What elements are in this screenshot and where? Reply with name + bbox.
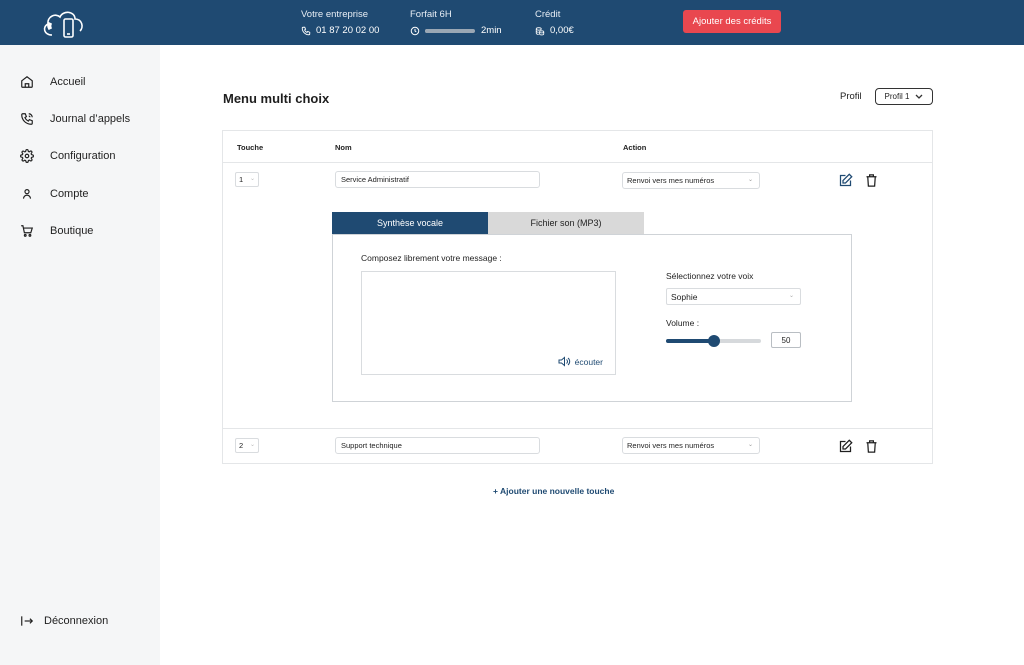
sidebar-item-label: Configuration [50,150,116,162]
company-phone: 01 87 20 02 00 [316,25,380,36]
profile-label: Profil [840,91,862,102]
action-value: Renvoi vers mes numéros [627,176,715,185]
user-icon [22,189,32,199]
coins-icon [535,26,545,35]
column-header-touche: Touche [237,143,264,152]
sidebar-item-compte[interactable]: Compte [20,187,89,201]
volume-slider-thumb[interactable] [707,335,720,347]
trash-icon[interactable] [864,439,879,454]
divider [223,162,932,163]
profile-select[interactable]: Profil 1 [875,88,933,105]
key-name-value: Service Administratif [341,175,409,184]
phone-log-icon [21,113,33,125]
company-label: Votre entreprise [301,9,369,20]
sidebar-item-label: Journal d’appels [50,113,131,125]
key-value: 2 [239,441,244,450]
credit-label: Crédit [535,9,561,20]
credit-block: Crédit 0,00€ [535,9,574,36]
sidebar-item-accueil[interactable]: Accueil [20,75,85,89]
speaker-icon [558,356,570,367]
chevron-down-icon: ⌄ [747,442,753,448]
tab-fichier-son[interactable]: Fichier son (MP3) [488,212,644,234]
home-icon [21,76,33,88]
cart-icon [21,225,34,237]
tts-panel: Composez librement votre message : écout… [332,234,852,402]
key-table: Touche Nom Action 1 ⌄ Service Administra… [222,130,933,464]
chevron-down-icon [915,94,923,99]
key-name-input[interactable]: Service Administratif [335,171,540,188]
volume-slider-fill [666,339,714,343]
key-name-value: Support technique [341,441,402,450]
edit-icon[interactable] [838,173,853,188]
listen-button[interactable]: écouter [558,356,603,367]
action-select[interactable]: Renvoi vers mes numéros ⌄ [622,172,760,189]
sidebar-item-boutique[interactable]: Boutique [20,224,93,238]
add-key-button[interactable]: + Ajouter une nouvelle touche [493,486,614,496]
clock-icon [410,26,420,35]
sidebar-item-label: Compte [50,188,89,200]
gear-icon [20,149,34,163]
plan-label: Forfait 6H [410,9,452,20]
top-bar: Votre entreprise 01 87 20 02 00 Forfait … [0,0,1024,45]
key-name-input[interactable]: Support technique [335,437,540,454]
volume-label: Volume : [666,318,700,328]
chevron-down-icon: ⌄ [249,176,255,182]
column-header-nom: Nom [335,143,352,152]
voice-value: Sophie [671,292,698,302]
phone-icon [301,26,311,35]
plan-block: Forfait 6H 2min [410,9,502,36]
column-header-action: Action [623,143,647,152]
tab-synthese-vocale[interactable]: Synthèse vocale [332,212,488,234]
plan-progress-bar [425,28,475,33]
key-select[interactable]: 2 ⌄ [235,438,259,453]
sidebar-item-label: Accueil [50,76,86,88]
key-select[interactable]: 1 ⌄ [235,172,259,187]
chevron-down-icon: ⌄ [249,442,255,448]
action-select[interactable]: Renvoi vers mes numéros ⌄ [622,437,760,454]
divider [223,428,932,429]
key-value: 1 [239,175,244,184]
action-value: Renvoi vers mes numéros [627,441,715,450]
chevron-down-icon: ⌄ [788,293,794,299]
sidebar-item-journal[interactable]: Journal d’appels [20,112,130,126]
cloud-phone-logo-icon [43,11,83,38]
company-block: Votre entreprise 01 87 20 02 00 [301,9,379,36]
profile-value: Profil 1 [884,92,910,101]
logout-button[interactable]: Déconnexion [20,614,108,628]
sidebar-item-label: Boutique [50,225,94,237]
message-label: Composez librement votre message : [361,253,502,263]
edit-icon[interactable] [838,439,853,454]
plan-remaining: 2min [481,25,502,36]
logout-label: Déconnexion [44,615,109,627]
trash-icon[interactable] [864,173,879,188]
sidebar-item-configuration[interactable]: Configuration [20,149,115,163]
page-title: Menu multi choix [223,91,330,106]
volume-value-input[interactable]: 50 [771,332,801,348]
message-textarea[interactable]: écouter [361,271,616,375]
listen-label: écouter [574,356,603,367]
voice-label: Sélectionnez votre voix [666,271,754,281]
volume-slider[interactable] [666,335,761,347]
voice-select[interactable]: Sophie ⌄ [666,288,801,305]
add-credits-button[interactable]: Ajouter des crédits [683,10,781,33]
credit-value: 0,00€ [550,25,574,36]
sidebar: Accueil Journal d’appels Configuration C… [0,45,160,665]
logout-icon [21,616,34,626]
chevron-down-icon: ⌄ [747,177,753,183]
